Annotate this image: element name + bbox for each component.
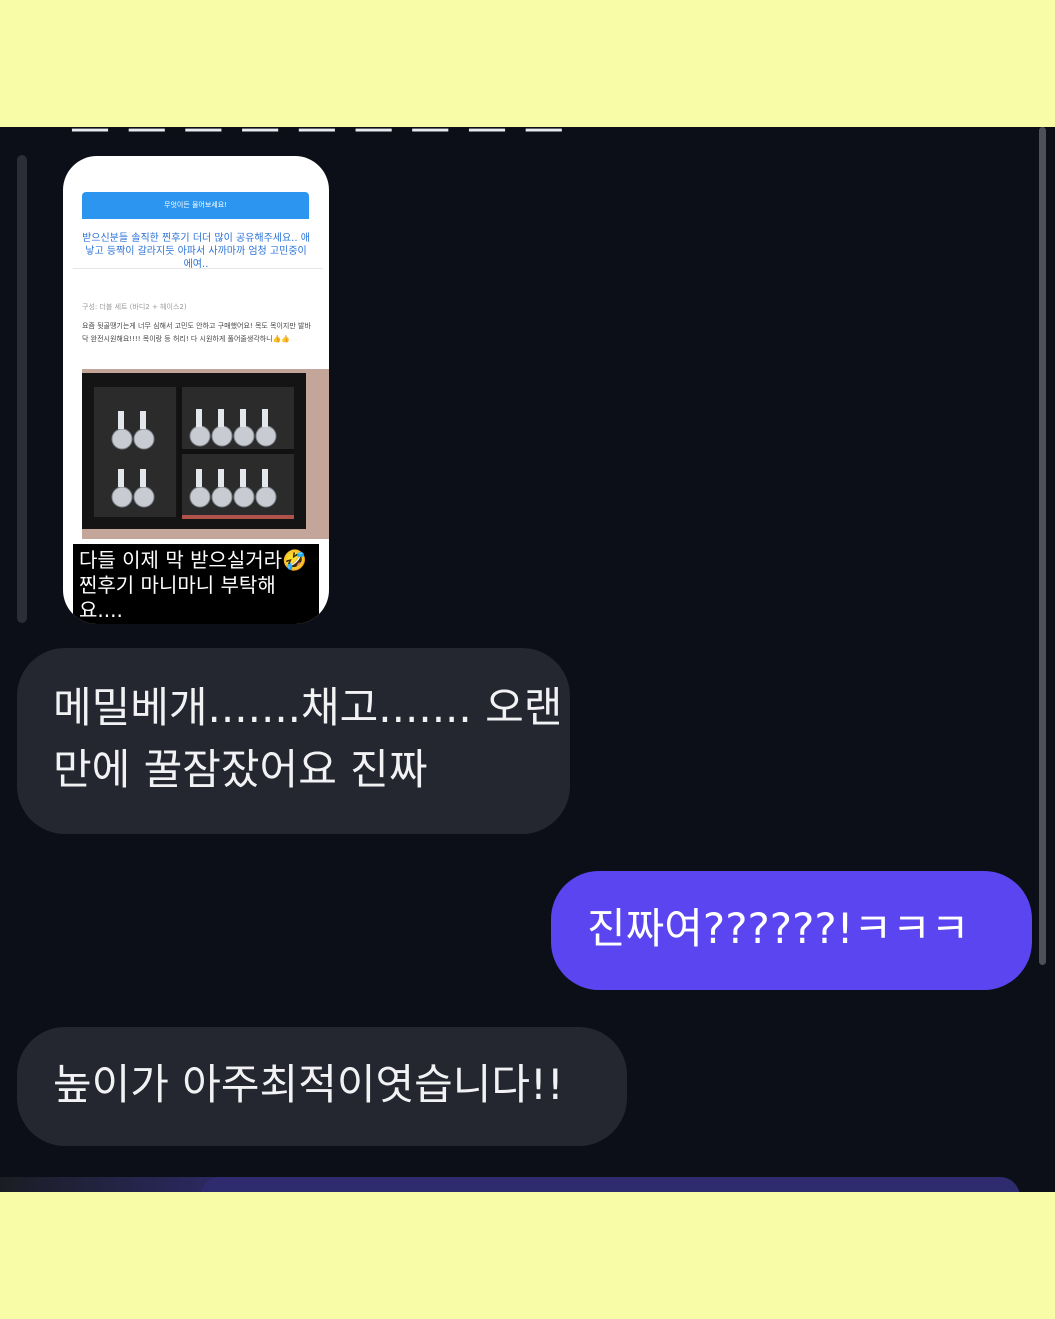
chat-thread[interactable]: — — — — — — — — — 무엇이든 물어보세요! 받으신분들 솔직한 …: [0, 127, 1055, 1192]
cut-off-next-bubble: [200, 1177, 1020, 1192]
story-notice: 받으신분들 솔직한 찐후기 더더 많이 공유해주세요.. 애낳고 등짝이 갈라지…: [82, 233, 310, 270]
scrollbar[interactable]: [1039, 127, 1046, 965]
massager-box-image: [82, 369, 329, 539]
story-divider: [73, 268, 323, 269]
story-option-text: 구성: 더블 세트 (바디2 + 헤이스2): [82, 303, 187, 311]
message-text: 메밀베개.......채고....... 오랜만에 꿀잠잤어요 진짜: [53, 683, 563, 794]
story-banner: 무엇이든 물어보세요!: [82, 192, 309, 219]
shared-story-card[interactable]: 무엇이든 물어보세요! 받으신분들 솔직한 찐후기 더더 많이 공유해주세요..…: [63, 156, 329, 624]
story-caption: 다들 이제 막 받으실거라🤣 찐후기 마니마니 부탁해요....: [73, 544, 319, 624]
message-bubble-incoming[interactable]: 높이가 아주최적이엿습니다!!: [17, 1027, 627, 1146]
message-bubble-outgoing[interactable]: 진짜여??????!ㅋㅋㅋ: [551, 871, 1032, 990]
product-photo: [82, 369, 329, 539]
bottom-yellow-band: [0, 1192, 1055, 1319]
message-text: 진짜여??????!ㅋㅋㅋ: [587, 904, 970, 953]
message-text: 높이가 아주최적이엿습니다!!: [53, 1060, 564, 1109]
reply-rail: [17, 155, 27, 623]
partial-top-text: — — — — — — — — —: [70, 127, 566, 151]
story-review-text: 요즘 뒷골땡기는게 너무 심해서 고민도 안하고 구매했어요! 목도 목이지만 …: [82, 322, 311, 343]
message-bubble-incoming[interactable]: 메밀베개.......채고....... 오랜만에 꿀잠잤어요 진짜: [17, 648, 570, 834]
top-yellow-band: [0, 0, 1055, 127]
